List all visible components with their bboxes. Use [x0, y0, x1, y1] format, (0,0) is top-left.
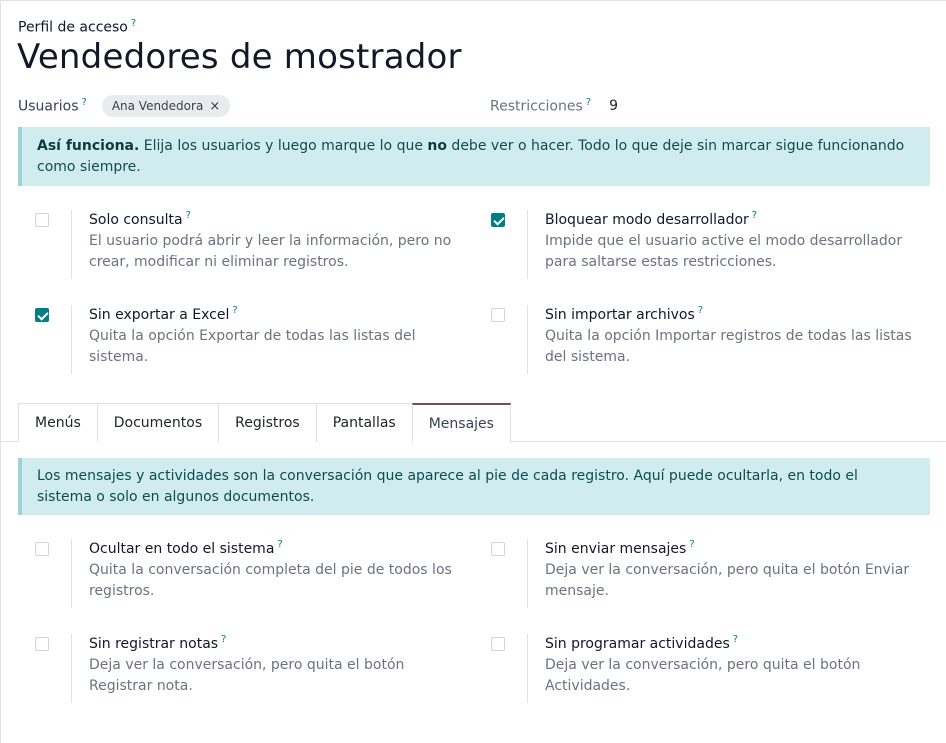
page-title[interactable]: Vendedores de mostrador — [17, 37, 462, 77]
restrictions-label: Restricciones? — [490, 96, 592, 115]
option-description: Quita la opción Importar registros de to… — [545, 328, 912, 365]
restrictions-count: 9 — [609, 98, 619, 114]
messages-info-alert: Los mensajes y actividades son la conver… — [18, 458, 930, 515]
help-icon[interactable]: ? — [698, 305, 703, 316]
option-title: Sin registrar notas? — [89, 634, 227, 652]
option-description: Impide que el usuario active el modo des… — [545, 233, 903, 270]
checkbox-bloquear-modo-desarrollador[interactable] — [491, 213, 505, 227]
option-title: Sin enviar mensajes? — [545, 539, 695, 557]
help-icon[interactable]: ? — [277, 539, 282, 550]
tab-registros[interactable]: Registros — [218, 403, 317, 442]
option-title: Solo consulta? — [89, 210, 191, 228]
help-icon[interactable]: ? — [586, 97, 591, 108]
help-icon[interactable]: ? — [131, 18, 136, 29]
checkbox-sin-exportar-excel[interactable] — [35, 308, 49, 322]
help-icon[interactable]: ? — [82, 97, 87, 108]
user-tag-label: Ana Vendedora — [111, 99, 204, 113]
help-icon[interactable]: ? — [186, 210, 191, 221]
option-description: El usuario podrá abrir y leer la informa… — [89, 233, 452, 270]
option-description: Deja ver la conversación, pero quita el … — [545, 562, 910, 599]
user-tag[interactable]: Ana Vendedora × — [101, 95, 231, 117]
checkbox-sin-registrar-notas[interactable] — [35, 637, 49, 651]
help-icon[interactable]: ? — [733, 634, 738, 645]
form-view: Perfil de acceso? Vendedores de mostrado… — [0, 0, 946, 743]
option-description: Quita la opción Exportar de todas las li… — [89, 328, 416, 365]
option-title: Sin importar archivos? — [545, 305, 704, 323]
tab-pantallas[interactable]: Pantallas — [315, 403, 413, 442]
info-alert: Así funciona. Elija los usuarios y luego… — [18, 127, 930, 186]
tab-menus[interactable]: Menús — [18, 403, 98, 442]
info-alert-text: Así funciona. Elija los usuarios y luego… — [37, 137, 905, 175]
remove-tag-icon[interactable]: × — [209, 99, 220, 114]
checkbox-sin-programar-actividades[interactable] — [491, 637, 505, 651]
help-icon[interactable]: ? — [689, 539, 694, 550]
users-field: Usuarios? Ana Vendedora × — [18, 95, 231, 117]
checkbox-solo-consulta[interactable] — [35, 213, 49, 227]
option-title: Sin exportar a Excel? — [89, 305, 238, 323]
restrictions-field: Restricciones? 9 — [490, 95, 618, 117]
option-description: Deja ver la conversación, pero quita el … — [545, 657, 861, 694]
tab-mensajes[interactable]: Mensajes — [411, 403, 511, 443]
option-description: Deja ver la conversación, pero quita el … — [89, 657, 405, 694]
tab-bar: Menús Documentos Registros Pantallas Men… — [18, 403, 511, 443]
tab-documentos[interactable]: Documentos — [96, 403, 220, 442]
help-icon[interactable]: ? — [232, 305, 237, 316]
checkbox-sin-enviar-mensajes[interactable] — [491, 542, 505, 556]
option-title: Sin programar actividades? — [545, 634, 739, 652]
help-icon[interactable]: ? — [752, 210, 757, 221]
help-icon[interactable]: ? — [221, 634, 226, 645]
option-description: Quita la conversación completa del pie d… — [89, 562, 452, 599]
profile-label: Perfil de acceso? — [18, 18, 137, 36]
messages-info-text: Los mensajes y actividades son la conver… — [37, 467, 858, 505]
checkbox-sin-importar-archivos[interactable] — [491, 308, 505, 322]
checkbox-ocultar-todo-sistema[interactable] — [35, 542, 49, 556]
option-title: Bloquear modo desarrollador? — [545, 210, 758, 228]
option-title: Ocultar en todo el sistema? — [89, 539, 283, 557]
users-label: Usuarios? — [18, 96, 87, 115]
